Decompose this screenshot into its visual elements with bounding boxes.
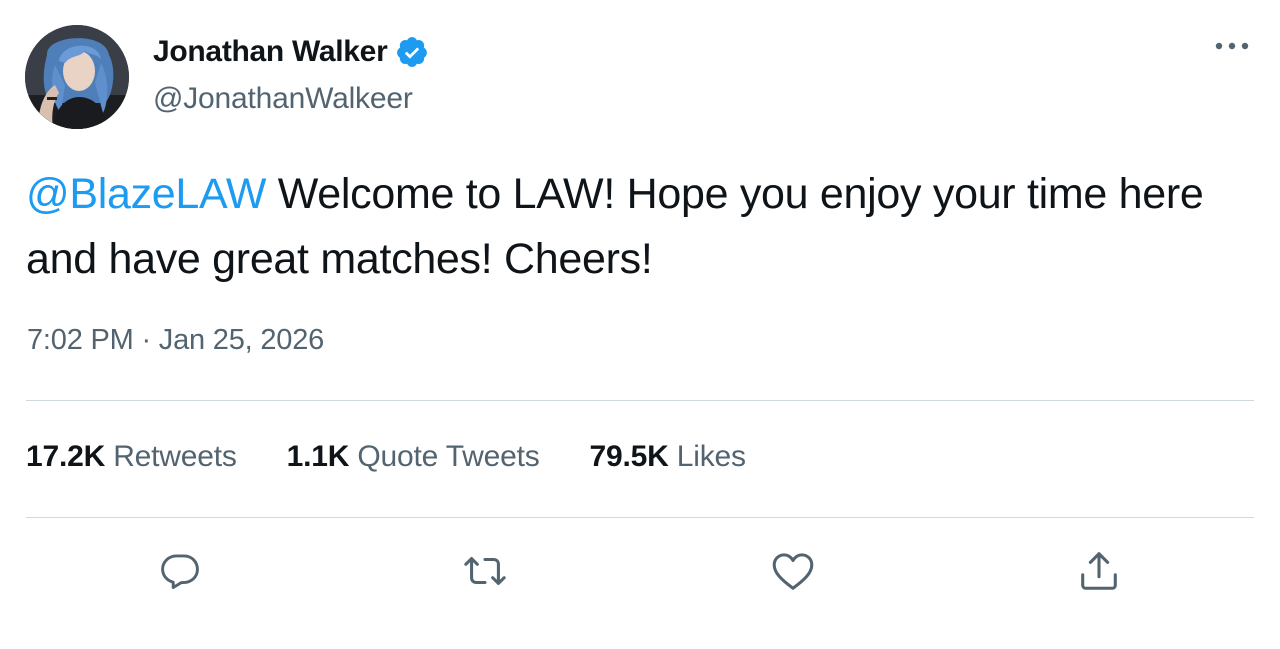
quote-tweets-stat[interactable]: 1.1K Quote Tweets: [287, 440, 540, 474]
author-handle[interactable]: @JonathanWalkeer: [153, 82, 413, 116]
reply-icon: [161, 554, 199, 589]
divider: [26, 517, 1254, 518]
like-button[interactable]: [770, 548, 816, 594]
likes-stat[interactable]: 79.5K Likes: [590, 440, 746, 474]
retweets-label: Retweets: [113, 440, 237, 473]
engagement-stats: 17.2K Retweets 1.1K Quote Tweets 79.5K L…: [26, 440, 796, 474]
share-button[interactable]: [1076, 548, 1122, 594]
display-name[interactable]: Jonathan Walker: [153, 35, 388, 69]
retweet-button[interactable]: [462, 548, 508, 594]
heart-icon: [772, 553, 814, 590]
divider: [26, 400, 1254, 401]
more-dots-icon: [1215, 42, 1249, 50]
retweet-icon: [464, 557, 506, 585]
tweet-card: Jonathan Walker @JonathanWalkeer @BlazeL…: [0, 0, 1280, 649]
retweets-count: 17.2K: [26, 440, 106, 473]
more-options-button[interactable]: [1210, 30, 1254, 62]
tweet-timestamp[interactable]: 7:02 PM · Jan 25, 2026: [27, 324, 324, 357]
quote-tweets-count: 1.1K: [286, 440, 350, 473]
tweet-text: @BlazeLAW Welcome to LAW! Hope you enjoy…: [26, 162, 1246, 292]
avatar[interactable]: [25, 25, 129, 129]
author-name-row: Jonathan Walker: [153, 32, 429, 72]
share-icon: [1081, 552, 1117, 590]
avatar-image: [25, 25, 129, 129]
quote-tweets-label: Quote Tweets: [357, 440, 540, 473]
likes-label: Likes: [676, 440, 746, 473]
retweets-stat[interactable]: 17.2K Retweets: [26, 440, 237, 474]
likes-count: 79.5K: [589, 440, 669, 473]
verified-badge-icon: [395, 35, 429, 69]
mention-link[interactable]: @BlazeLAW: [26, 170, 266, 218]
reply-button[interactable]: [157, 548, 203, 594]
